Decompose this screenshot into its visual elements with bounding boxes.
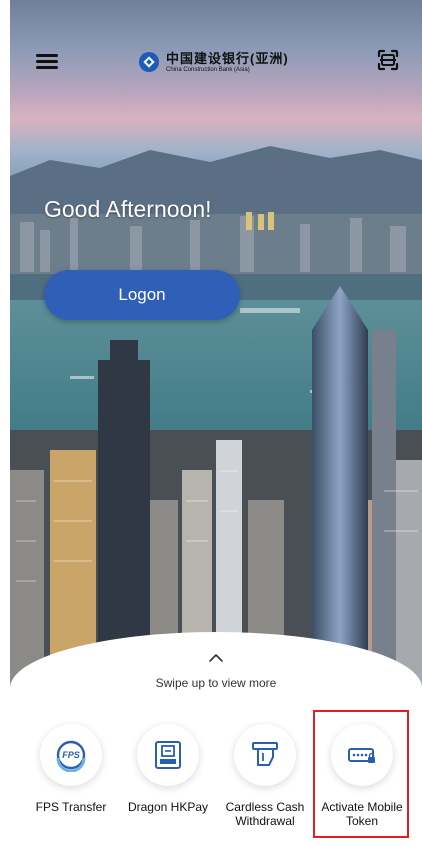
bank-logo: 中国建设银行(亚洲) China Construction Bank (Asia…	[138, 42, 289, 82]
shortcut-icon-container	[331, 724, 393, 786]
shortcut-list: FPS FPS Transfer Dragon HKPay Cardless C…	[10, 724, 422, 829]
shortcut-label: Activate Mobile Token	[321, 800, 403, 829]
brand-name-chinese: 中国建设银行(亚洲)	[166, 50, 289, 66]
ccb-logo-icon	[139, 52, 159, 72]
dragon-pay-icon	[155, 741, 181, 769]
shortcut-activate-mobile-token[interactable]: Activate Mobile Token	[315, 724, 409, 829]
app-screen: 中国建设银行(亚洲) China Construction Bank (Asia…	[0, 0, 422, 846]
shortcut-label: Cardless Cash Withdrawal	[225, 800, 305, 829]
shortcut-cardless-cash[interactable]: Cardless Cash Withdrawal	[218, 724, 312, 829]
app-header: 中国建设银行(亚洲) China Construction Bank (Asia…	[10, 34, 422, 86]
svg-text:FPS: FPS	[62, 750, 80, 760]
shortcut-icon-container: FPS	[40, 724, 102, 786]
swipe-hint-text: Swipe up to view more	[155, 676, 277, 690]
shortcut-dragon-hkpay[interactable]: Dragon HKPay	[121, 724, 215, 829]
shortcut-label: Dragon HKPay	[127, 800, 209, 814]
quick-access-sheet[interactable]: Swipe up to view more FPS FPS Transfer D…	[10, 632, 422, 846]
mobile-token-icon	[348, 748, 375, 763]
shortcut-fps-transfer[interactable]: FPS FPS Transfer	[24, 724, 118, 829]
chevron-up-icon	[209, 654, 223, 662]
scan-icon[interactable]	[376, 48, 400, 72]
fps-icon: FPS	[56, 740, 86, 772]
shortcut-icon-container	[137, 724, 199, 786]
brand-name-english: China Construction Bank (Asia)	[166, 66, 250, 73]
greeting-text: Good Afternoon!	[44, 196, 212, 222]
shortcut-icon-container	[234, 724, 296, 786]
hamburger-menu-icon[interactable]	[36, 54, 58, 69]
shortcut-label: FPS Transfer	[35, 800, 107, 814]
cardless-cash-icon	[252, 742, 278, 766]
logon-button[interactable]: Logon	[44, 270, 240, 320]
swipe-handle[interactable]	[10, 650, 422, 668]
